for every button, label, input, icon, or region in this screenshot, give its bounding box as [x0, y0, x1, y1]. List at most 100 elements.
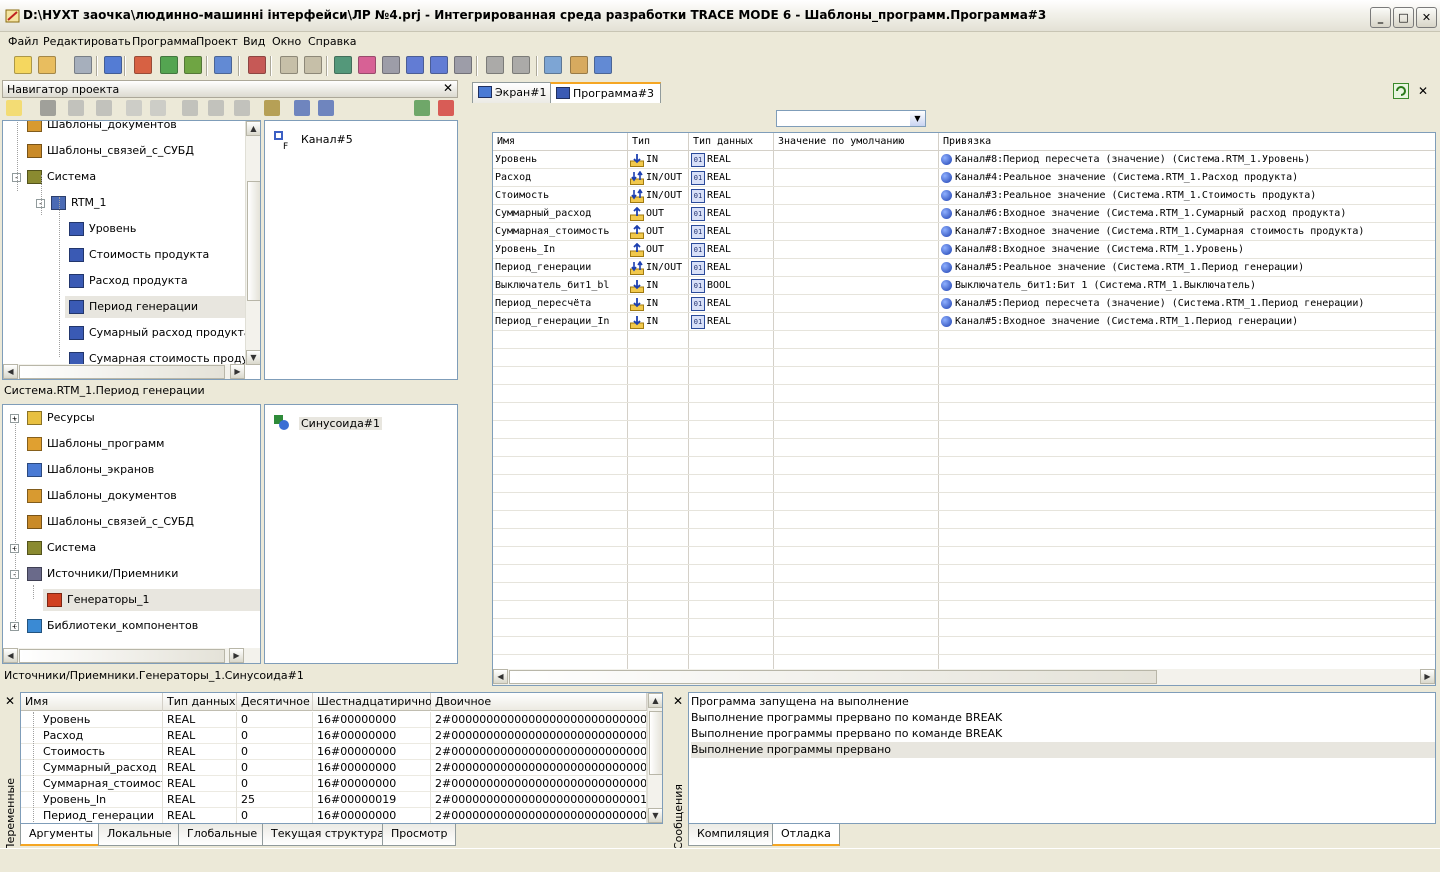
paste-icon[interactable] [150, 100, 166, 116]
top-tree-hscroll[interactable]: ◀ ▶ [3, 364, 245, 379]
var-default-cell[interactable] [774, 259, 939, 277]
tree-item[interactable]: Система [23, 166, 245, 188]
import-icon[interactable] [234, 100, 250, 116]
program-grid-hscroll[interactable]: ◀ ▶ [493, 669, 1435, 685]
top-right-item[interactable]: Канал#5 [301, 133, 353, 146]
messages-close-icon[interactable]: ✕ [673, 694, 683, 708]
screen-view-icon[interactable] [544, 56, 562, 74]
var-dtype-cell[interactable]: 01 REAL [689, 151, 774, 169]
menu-item[interactable]: Справка [308, 35, 356, 48]
message-line[interactable]: Выполнение программы прервано по команде… [691, 726, 1435, 742]
doc-tab[interactable]: Экран#1 [472, 82, 554, 103]
grid-header[interactable]: Тип [628, 133, 689, 151]
var-binding-cell[interactable]: Канал#5:Входное значение (Система.RTM_1.… [939, 313, 1435, 331]
undo-icon[interactable] [68, 100, 84, 116]
window-view-icon[interactable] [594, 56, 612, 74]
message-line[interactable]: Выполнение программы прервано [691, 742, 1435, 758]
tree-item[interactable]: Расход продукта [65, 270, 245, 292]
menu-item[interactable]: Редактировать [43, 35, 131, 48]
arrow-icon[interactable] [358, 56, 376, 74]
variables-header[interactable]: Десятичное [237, 693, 313, 711]
bottom-tree-hscroll[interactable]: ◀ ▶ [3, 648, 260, 663]
grid-header[interactable]: Тип данных [689, 133, 774, 151]
export-icon[interactable] [208, 100, 224, 116]
var-dir-cell[interactable]: IN/OUT [628, 187, 689, 205]
var-name-cell[interactable]: Период_генерации [493, 259, 628, 277]
tree-item[interactable]: Шаблоны_связей_с_СУБД [23, 140, 245, 162]
var-dtype-cell[interactable]: 01 REAL [689, 223, 774, 241]
grid-header[interactable]: Значение по умолчанию [774, 133, 939, 151]
var-name-cell[interactable]: Уровень_In [493, 241, 628, 259]
var-name-cell[interactable]: Период_пересчёта [493, 295, 628, 313]
tree-item[interactable]: Источники/Приемники [23, 563, 260, 585]
program-row[interactable]: Период_генерации IN/OUT 01 REAL Канал#5:Реал… [493, 259, 1435, 277]
tree-item[interactable]: Шаблоны_связей_с_СУБД [23, 511, 260, 533]
list-view-icon[interactable] [294, 100, 310, 116]
program-row[interactable]: Суммарный_расход OUT 01 REAL Канал#6:Входное… [493, 205, 1435, 223]
var-dtype-cell[interactable]: 01 REAL [689, 241, 774, 259]
program-row[interactable]: Период_генерации_In IN 01 REAL Канал#5:Входн… [493, 313, 1435, 331]
var-binding-cell[interactable]: Канал#3:Реальное значение (Система.RTM_1… [939, 187, 1435, 205]
program-row[interactable]: Стоимость IN/OUT 01 REAL Канал#3:Реальное зн… [493, 187, 1435, 205]
new-project-icon[interactable] [14, 56, 32, 74]
var-default-cell[interactable] [774, 241, 939, 259]
var-name-cell[interactable]: Выключатель_бит1_bl [493, 277, 628, 295]
var-dtype-cell[interactable]: 01 REAL [689, 187, 774, 205]
chevron-down-icon[interactable]: ▼ [910, 111, 925, 126]
program-row[interactable]: Уровень_In OUT 01 REAL Канал#8:Входное значе… [493, 241, 1435, 259]
variables-row[interactable]: Расход REAL 0 16#00000000 2#0000000000000000… [21, 728, 647, 744]
bracket-icon[interactable] [382, 56, 400, 74]
tree-item[interactable]: Период генерации [65, 296, 245, 318]
var-default-cell[interactable] [774, 151, 939, 169]
hand-icon[interactable] [280, 56, 298, 74]
var-dir-cell[interactable]: IN/OUT [628, 259, 689, 277]
message-line[interactable]: Программа запущена на выполнение [691, 694, 1435, 710]
bracket3-icon[interactable] [430, 56, 448, 74]
tree-item[interactable]: Шаблоны_документов [23, 121, 245, 136]
program-row[interactable]: Выключатель_бит1_bl IN 01 BOOL Выключатель_б… [493, 277, 1435, 295]
var-dir-cell[interactable]: IN [628, 313, 689, 331]
var-name-cell[interactable]: Расход [493, 169, 628, 187]
program-row[interactable]: Суммарная_стоимость OUT 01 REAL Канал#7:Вход… [493, 223, 1435, 241]
bracket4-icon[interactable] [454, 56, 472, 74]
program-row[interactable]: Период_пересчёта IN 01 REAL Канал#5:Период п… [493, 295, 1435, 313]
var-dtype-cell[interactable]: 01 REAL [689, 313, 774, 331]
var-dtype-cell[interactable]: 01 REAL [689, 205, 774, 223]
refresh-icon[interactable] [1393, 83, 1409, 99]
var-binding-cell[interactable]: Канал#5:Реальное значение (Система.RTM_1… [939, 259, 1435, 277]
tree-item[interactable]: Библиотеки_компонентов [23, 615, 260, 637]
var-binding-cell[interactable]: Канал#5:Период пересчета (значение) (Сис… [939, 295, 1435, 313]
var-dir-cell[interactable]: IN/OUT [628, 169, 689, 187]
minimize-button[interactable]: _ [1370, 7, 1391, 28]
variables-row[interactable]: Уровень REAL 0 16#00000000 2#000000000000000… [21, 712, 647, 728]
var-name-cell[interactable]: Уровень [493, 151, 628, 169]
menu-item[interactable]: Окно [272, 35, 301, 48]
tree-item[interactable]: Шаблоны_документов [23, 485, 260, 507]
tree-item[interactable]: Сумарный расход продукта [65, 322, 251, 344]
var-name-cell[interactable]: Суммарная_стоимость [493, 223, 628, 241]
variables-tab-3[interactable]: Текущая структура [262, 824, 394, 846]
var-dtype-cell[interactable]: 01 REAL [689, 295, 774, 313]
copy-icon[interactable] [126, 100, 142, 116]
navigator-close-icon[interactable]: ✕ [443, 81, 453, 95]
tree-item[interactable]: Уровень [65, 218, 245, 240]
debug-icon[interactable] [184, 56, 202, 74]
var-dir-cell[interactable]: OUT [628, 205, 689, 223]
variables-row[interactable]: Стоимость REAL 0 16#00000000 2#0000000000000… [21, 744, 647, 760]
variables-row[interactable]: Суммарный_расход REAL 0 16#00000000 2#000000… [21, 760, 647, 776]
variables-header[interactable]: Тип данных [163, 693, 237, 711]
tree-view-icon[interactable] [318, 100, 334, 116]
var-default-cell[interactable] [774, 187, 939, 205]
program-row[interactable]: Уровень IN 01 REAL Канал#8:Период пересчета … [493, 151, 1435, 169]
var-dir-cell[interactable]: IN [628, 277, 689, 295]
save-icon[interactable] [74, 56, 92, 74]
tree-item[interactable]: Стоимость продукта [65, 244, 245, 266]
tree-item[interactable]: Ресурсы [23, 407, 260, 429]
var-binding-cell[interactable]: Канал#8:Входное значение (Система.RTM_1.… [939, 241, 1435, 259]
variables-header[interactable]: Имя [21, 693, 163, 711]
var-default-cell[interactable] [774, 295, 939, 313]
var-binding-cell[interactable]: Канал#4:Реальное значение (Система.RTM_1… [939, 169, 1435, 187]
cut-icon[interactable] [182, 100, 198, 116]
program-row[interactable]: Расход IN/OUT 01 REAL Канал#4:Реальное значе… [493, 169, 1435, 187]
menu-item[interactable]: Программа [132, 35, 197, 48]
